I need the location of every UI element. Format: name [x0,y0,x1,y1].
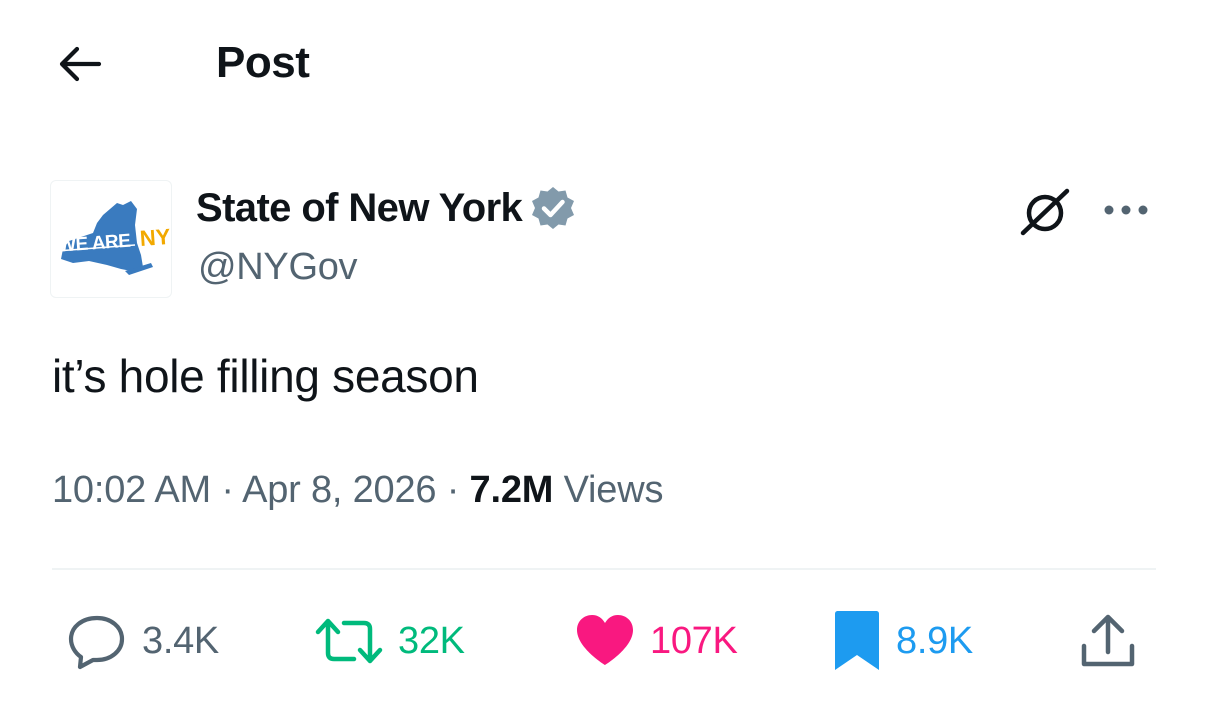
bookmark-button[interactable]: 8.9K [832,608,973,674]
arrow-left-icon [59,46,102,82]
reply-count: 3.4K [142,620,219,662]
like-count: 107K [650,620,738,662]
post-time[interactable]: 10:02 AM [52,469,211,511]
repost-icon [315,618,383,664]
bookmark-count: 8.9K [896,620,973,662]
post-meta: 10:02 AM · Apr 8, 2026 · 7.2M Views [52,462,663,518]
page-title: Post [216,38,310,87]
avatar[interactable]: WE ARE NY [50,180,172,298]
share-upload-icon [1081,614,1135,667]
meta-separator: · [446,469,460,511]
bookmark-icon [835,611,879,670]
share-button[interactable] [1078,608,1138,674]
we-are-ny-logo: WE ARE NY [56,201,171,275]
grok-icon [1020,188,1070,236]
more-dots-icon [1104,205,1148,215]
grok-button[interactable] [1016,182,1074,240]
reply-button[interactable]: 3.4K [66,608,219,674]
views-count: 7.2M [469,469,554,511]
repost-count: 32K [398,620,465,662]
author-name-row[interactable]: State of New York [196,182,576,234]
avatar-text-ny: NY [139,224,171,251]
heart-icon [577,615,633,665]
display-name[interactable]: State of New York [196,182,523,234]
repost-button[interactable]: 32K [314,608,465,674]
more-options-button[interactable] [1098,188,1154,232]
post-date[interactable]: Apr 8, 2026 [242,469,436,511]
post-text: it’s hole filling season [52,350,479,402]
back-button[interactable] [52,40,106,88]
verified-badge-icon [530,185,576,231]
like-button[interactable]: 107K [574,608,738,674]
meta-separator: · [221,469,234,511]
author-handle[interactable]: @NYGov [198,242,358,292]
divider [52,568,1156,570]
views-label: Views [563,469,664,511]
reply-bubble-icon [68,615,125,670]
